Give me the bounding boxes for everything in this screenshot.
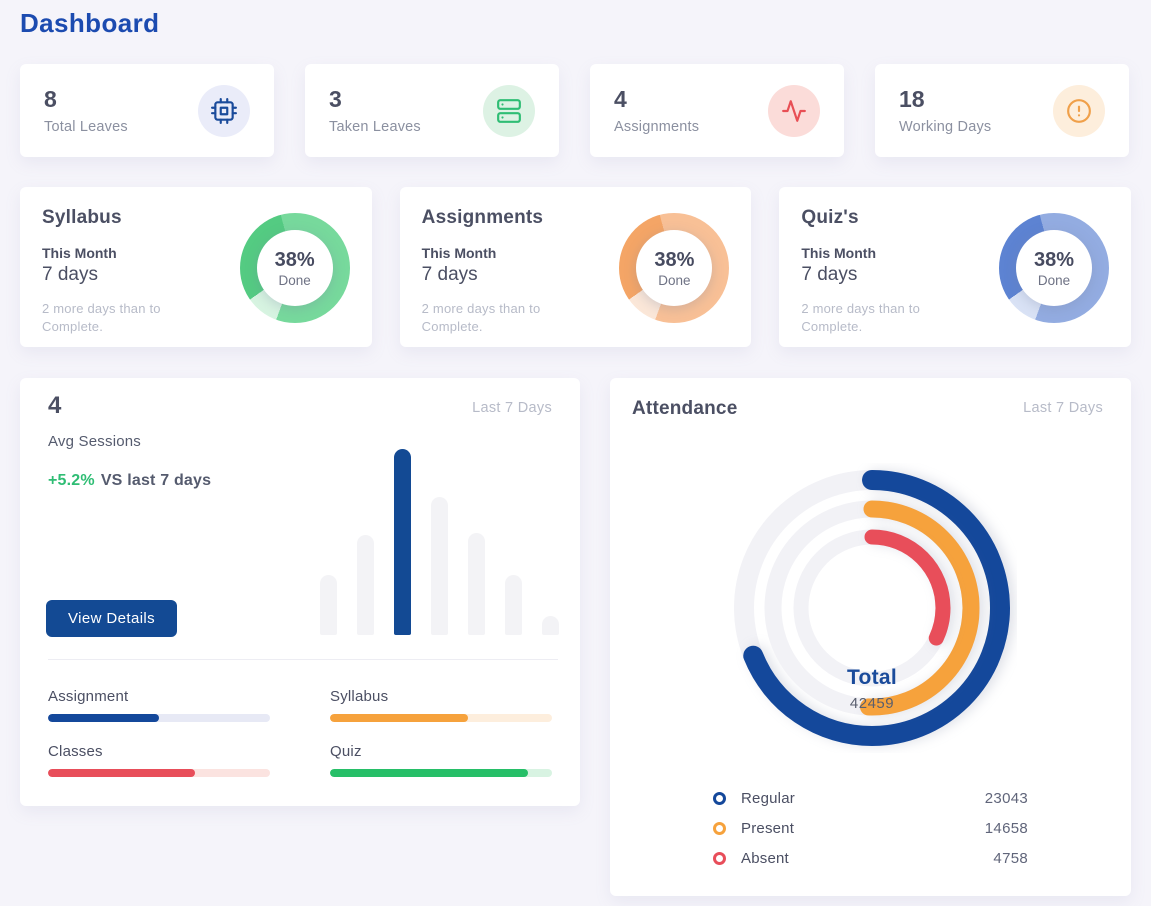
donut-caption: Done (1038, 273, 1070, 288)
sessions-legend-item: Quiz (330, 743, 552, 777)
attendance-legend-value: 14658 (985, 820, 1028, 837)
ring-bullet-icon (713, 792, 726, 805)
sessions-legend-track (330, 769, 552, 777)
progress-card: SyllabusThis Month7 days2 more days than… (20, 187, 372, 347)
avg-sessions-label: Avg Sessions (48, 433, 141, 450)
avg-sessions-value: 4 (48, 392, 61, 420)
sessions-delta-value: +5.2% (48, 472, 95, 489)
sessions-legend-fill (48, 769, 195, 777)
sessions-legend-label: Classes (48, 743, 270, 760)
bar (542, 616, 559, 635)
sessions-legend-track (48, 769, 270, 777)
stat-card: 4 Assignments (590, 64, 844, 157)
sessions-range-label: Last 7 Days (472, 400, 552, 416)
progress-cards-row: SyllabusThis Month7 days2 more days than… (20, 187, 1131, 347)
attendance-legend-row: Regular 23043 (713, 790, 1028, 807)
activity-icon (768, 85, 820, 137)
stat-card-text: 18 Working Days (899, 86, 991, 135)
donut-center: 38%Done (257, 230, 333, 306)
progress-note: 2 more days than to Complete. (801, 300, 971, 336)
stat-label: Working Days (899, 119, 991, 135)
server-icon (483, 85, 535, 137)
stat-card-text: 4 Assignments (614, 86, 699, 135)
sessions-legend-track (330, 714, 552, 722)
sessions-legend-label: Assignment (48, 688, 270, 705)
stat-cards-row: 8 Total Leaves 3 Taken Leaves 4 Assignments 18… (20, 64, 1129, 157)
sessions-legend-item: Syllabus (330, 688, 552, 722)
sessions-legend-label: Quiz (330, 743, 552, 760)
donut-percent: 38% (275, 249, 315, 272)
bar (320, 575, 337, 635)
attendance-legend-label: Regular (741, 790, 795, 807)
donut-caption: Done (658, 273, 690, 288)
progress-donut-chart: 38%Done (999, 213, 1109, 323)
attendance-legend-value: 4758 (993, 850, 1028, 867)
donut-percent: 38% (654, 249, 694, 272)
attendance-range-label: Last 7 Days (1023, 400, 1103, 416)
alert-circle-icon (1053, 85, 1105, 137)
sessions-bar-chart (320, 449, 559, 635)
donut-center: 38%Done (636, 230, 712, 306)
bar (431, 497, 448, 635)
stat-label: Taken Leaves (329, 119, 421, 135)
view-details-button[interactable]: View Details (46, 600, 177, 637)
avg-sessions-card: 4 Last 7 Days Avg Sessions +5.2% VS last … (20, 378, 580, 806)
sessions-delta-row: +5.2% VS last 7 days (48, 472, 211, 490)
sessions-legend-fill (330, 714, 468, 722)
attendance-legend-label: Absent (741, 850, 789, 867)
attendance-card: Attendance Last 7 Days Total 42459 Regul… (610, 378, 1131, 896)
attendance-title: Attendance (632, 398, 737, 420)
sessions-legend-item: Classes (48, 743, 270, 777)
stat-value: 4 (614, 86, 699, 113)
stat-card-text: 3 Taken Leaves (329, 86, 421, 135)
attendance-legend-row: Absent 4758 (713, 850, 1028, 867)
bar (357, 535, 374, 635)
ring-bullet-icon (713, 822, 726, 835)
stat-value: 3 (329, 86, 421, 113)
sessions-legend-fill (48, 714, 159, 722)
donut-center: 38%Done (1016, 230, 1092, 306)
stat-value: 8 (44, 86, 128, 113)
progress-card: AssignmentsThis Month7 days2 more days t… (400, 187, 752, 347)
attendance-legend-value: 23043 (985, 790, 1028, 807)
stat-card: 8 Total Leaves (20, 64, 274, 157)
sessions-divider (48, 659, 558, 660)
progress-donut-chart: 38%Done (240, 213, 350, 323)
sessions-legend-track (48, 714, 270, 722)
stat-label: Total Leaves (44, 119, 128, 135)
bar (505, 575, 522, 635)
stat-label: Assignments (614, 119, 699, 135)
stat-value: 18 (899, 86, 991, 113)
ring-bullet-icon (713, 852, 726, 865)
sessions-legend: Assignment Syllabus Classes Quiz (48, 688, 552, 777)
sessions-legend-fill (330, 769, 528, 777)
sessions-delta-note: VS last 7 days (101, 472, 211, 489)
attendance-legend-row: Present 14658 (713, 820, 1028, 837)
stat-card: 3 Taken Leaves (305, 64, 559, 157)
attendance-rings-chart (727, 463, 1017, 753)
attendance-legend: Regular 23043 Present 14658 Absent 4758 (713, 790, 1028, 880)
bar-highlighted (394, 449, 411, 635)
progress-note: 2 more days than to Complete. (422, 300, 592, 336)
donut-caption: Done (279, 273, 311, 288)
cpu-icon (198, 85, 250, 137)
donut-percent: 38% (1034, 249, 1074, 272)
stat-card: 18 Working Days (875, 64, 1129, 157)
progress-card: Quiz'sThis Month7 days2 more days than t… (779, 187, 1131, 347)
sessions-legend-item: Assignment (48, 688, 270, 722)
progress-note: 2 more days than to Complete. (42, 300, 212, 336)
attendance-legend-label: Present (741, 820, 794, 837)
bar (468, 533, 485, 635)
page-title: Dashboard (20, 8, 159, 39)
sessions-legend-label: Syllabus (330, 688, 552, 705)
stat-card-text: 8 Total Leaves (44, 86, 128, 135)
progress-donut-chart: 38%Done (619, 213, 729, 323)
